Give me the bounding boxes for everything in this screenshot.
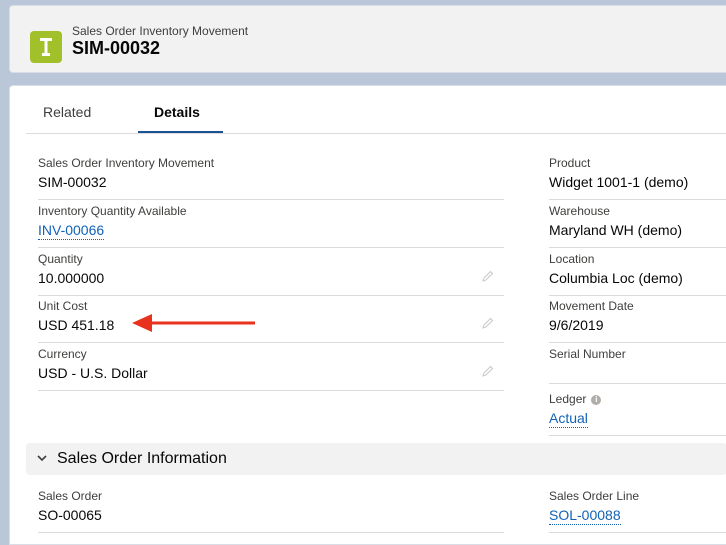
field-label: Movement Date xyxy=(549,299,634,313)
field-label: Quantity xyxy=(38,252,83,266)
red-arrow-annotation xyxy=(132,314,255,332)
field-unit-cost: Unit Cost USD 451.18 xyxy=(38,299,504,343)
field-label: Location xyxy=(549,252,595,266)
sales-order-line-link[interactable]: SOL-00088 xyxy=(549,507,621,525)
field-value: SO-00065 xyxy=(38,507,102,523)
tab-related[interactable]: Related xyxy=(43,104,91,120)
field-value: Columbia Loc (demo) xyxy=(549,270,683,286)
field-label: Unit Cost xyxy=(38,299,88,313)
ledger-link[interactable]: Actual xyxy=(549,410,588,428)
field-label: Product xyxy=(549,156,591,170)
field-label: Sales Order Inventory Movement xyxy=(38,156,215,170)
field-value: USD 451.18 xyxy=(38,317,115,333)
field-movement-date: Movement Date 9/6/2019 xyxy=(549,299,726,343)
field-inventory-quantity-available: Inventory Quantity Available INV-00066 xyxy=(38,204,504,248)
field-product: Product Widget 1001-1 (demo) xyxy=(549,156,726,200)
object-type-label: Sales Order Inventory Movement xyxy=(72,24,249,38)
field-label: Ledger xyxy=(549,392,587,406)
edit-pencil-icon[interactable] xyxy=(481,270,494,283)
field-location: Location Columbia Loc (demo) xyxy=(549,252,726,296)
field-serial-number: Serial Number xyxy=(549,347,726,384)
field-label: Warehouse xyxy=(549,204,610,218)
field-value: USD - U.S. Dollar xyxy=(38,365,148,381)
record-title: SIM-00032 xyxy=(72,38,161,58)
ledger-label-wrap: Ledger i xyxy=(549,392,602,406)
field-label: Serial Number xyxy=(549,347,626,361)
field-label: Sales Order Line xyxy=(549,489,640,503)
field-quantity: Quantity 10.000000 xyxy=(38,252,504,296)
tabs-divider xyxy=(26,133,726,134)
edit-pencil-icon[interactable] xyxy=(481,365,494,378)
chevron-down-icon xyxy=(37,455,47,462)
inventory-quantity-link[interactable]: INV-00066 xyxy=(38,222,105,240)
info-icon[interactable]: i xyxy=(591,395,602,405)
tab-bar: Related Details xyxy=(10,86,726,134)
field-sales-order: Sales Order SO-00065 xyxy=(38,489,504,533)
field-label: Sales Order xyxy=(38,489,103,503)
field-label: Currency xyxy=(38,347,87,361)
section-title: Sales Order Information xyxy=(57,450,227,467)
field-value: 9/6/2019 xyxy=(549,317,604,333)
field-warehouse: Warehouse Maryland WH (demo) xyxy=(549,204,726,248)
field-sales-order-line: Sales Order Line SOL-00088 xyxy=(549,489,726,533)
section-sales-order-information[interactable]: Sales Order Information xyxy=(26,443,726,475)
field-ledger: Ledger i Actual xyxy=(549,392,726,436)
field-value: Maryland WH (demo) xyxy=(549,222,683,238)
record-detail-card: Related Details Sales Order Inventory Mo… xyxy=(9,85,726,545)
record-header: Sales Order Inventory Movement SIM-00032 xyxy=(9,5,726,73)
sales-order-inventory-icon xyxy=(30,31,62,63)
field-value: SIM-00032 xyxy=(38,174,107,190)
edit-pencil-icon[interactable] xyxy=(481,317,494,330)
field-label: Inventory Quantity Available xyxy=(38,204,187,218)
field-value: 10.000000 xyxy=(38,270,105,286)
field-value: Widget 1001-1 (demo) xyxy=(549,174,689,190)
field-sales-order-inventory-movement: Sales Order Inventory Movement SIM-00032 xyxy=(38,156,504,200)
tab-details[interactable]: Details xyxy=(154,104,200,120)
field-currency: Currency USD - U.S. Dollar xyxy=(38,347,504,391)
